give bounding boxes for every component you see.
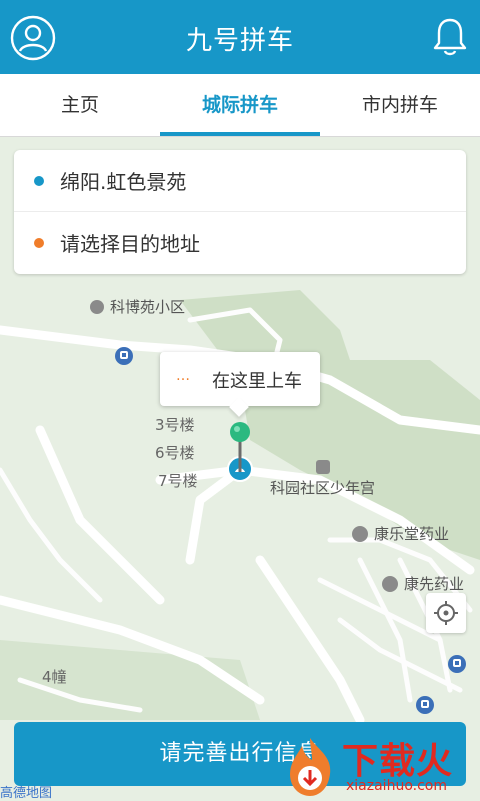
watermark-brand: 下载火 xyxy=(342,741,454,782)
pharmacy-icon xyxy=(352,525,368,542)
poi-kangxian: 康先药业 xyxy=(382,573,464,594)
bell-icon[interactable] xyxy=(430,16,470,58)
tab-home[interactable]: 主页 xyxy=(0,74,160,136)
crosshair-icon xyxy=(434,601,458,625)
bus-stop-icon xyxy=(448,655,466,673)
poi-kangle-label: 康乐堂药业 xyxy=(374,525,450,543)
poi-kebo-label: 科博苑小区 xyxy=(110,298,186,316)
app-title: 九号拼车 xyxy=(185,26,294,56)
home-poi-icon xyxy=(90,299,104,314)
pickup-pin-icon[interactable] xyxy=(224,420,258,484)
building-6-label: 6号楼 xyxy=(155,444,195,462)
pickup-bubble[interactable]: … 在这里上车 xyxy=(160,352,320,406)
pharmacy-icon xyxy=(382,575,398,592)
watermark-url: xiazaihuo.com xyxy=(346,778,447,794)
origin-field[interactable]: 绵阳.虹色景苑 xyxy=(14,150,466,212)
poi-youth-palace-label: 科园社区少年宫 xyxy=(270,479,376,497)
locate-button[interactable] xyxy=(426,593,466,633)
building-4-label: 4幢 xyxy=(42,668,67,686)
poi-kangle: 康乐堂药业 xyxy=(352,523,449,544)
destination-placeholder: 请选择目的地址 xyxy=(60,232,200,256)
pickup-dots: … xyxy=(176,368,191,384)
amap-logo: 高德地图 xyxy=(0,786,53,801)
poi-youth-palace: 科园社区少年宫 xyxy=(270,460,375,498)
tab-intercity-carpool[interactable]: 城际拼车 xyxy=(160,74,320,136)
pickup-text: 在这里上车 xyxy=(212,371,302,392)
destination-field[interactable]: 请选择目的地址 xyxy=(14,212,466,273)
fire-logo-icon xyxy=(290,738,331,796)
building-7-label: 7号楼 xyxy=(158,472,198,490)
destination-dot xyxy=(34,237,44,248)
origin-text: 绵阳.虹色景苑 xyxy=(60,170,187,194)
bus-stop-icon xyxy=(115,347,133,365)
poi-kebo: 科博苑小区 xyxy=(90,296,185,317)
route-card: 绵阳.虹色景苑 请选择目的地址 xyxy=(14,150,466,274)
origin-dot xyxy=(34,175,44,186)
tab-bar: 主页 城际拼车 市内拼车 xyxy=(0,74,480,137)
app-header: 九号拼车 xyxy=(0,0,480,74)
building-poi-icon xyxy=(315,460,330,474)
poi-kangxian-label: 康先药业 xyxy=(404,575,465,593)
bus-stop-icon xyxy=(416,696,434,714)
tab-city-carpool[interactable]: 市内拼车 xyxy=(320,74,480,136)
building-3-label: 3号楼 xyxy=(155,416,195,434)
watermark: 下载火 xiazaihuo.com xyxy=(282,734,480,800)
